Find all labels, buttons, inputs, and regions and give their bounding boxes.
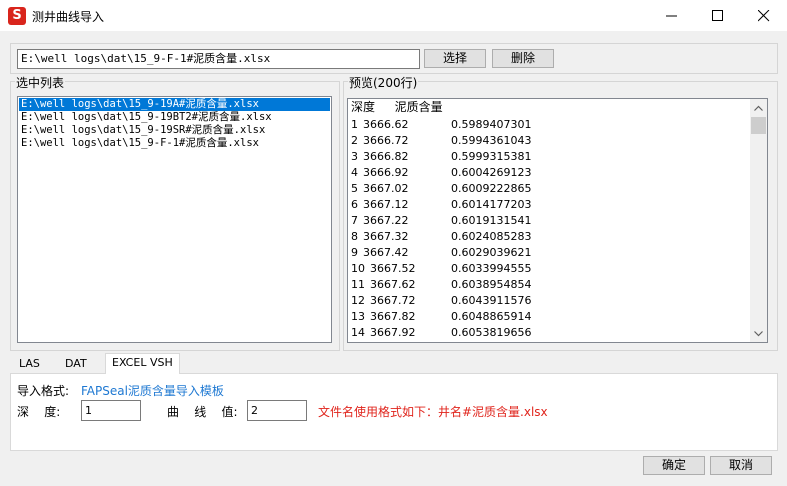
list-item[interactable]: E:\well logs\dat\15_9-F-1#泥质含量.xlsx [19, 137, 330, 150]
close-button[interactable] [741, 0, 787, 31]
preview-row-value: 0.6004269123 [451, 166, 532, 179]
selected-file-list[interactable]: E:\well logs\dat\15_9-19A#泥质含量.xlsx E:\w… [17, 96, 332, 343]
preview-row-depth: 3667.02 [363, 182, 409, 195]
preview-row-value: 0.6053819656 [451, 326, 532, 339]
preview-row-value: 0.6033994555 [451, 262, 532, 275]
scroll-thumb[interactable] [751, 117, 766, 134]
preview-scrollbar[interactable] [750, 99, 767, 342]
preview-row: 1 3666.62 0.5989407301 [351, 117, 531, 133]
preview-row-index: 2 [351, 134, 358, 147]
list-item[interactable]: E:\well logs\dat\15_9-19BT2#泥质含量.xlsx [19, 111, 330, 124]
preview-row: 11 3667.62 0.6038954854 [351, 277, 531, 293]
preview-row-depth: 3667.22 [363, 214, 409, 227]
preview-row-index: 8 [351, 230, 358, 243]
preview-row-value: 0.5999315381 [451, 150, 532, 163]
preview-row-depth: 3666.62 [363, 118, 409, 131]
preview-row-depth: 3667.42 [363, 246, 409, 259]
title-bar: S 测井曲线导入 [0, 0, 787, 31]
preview-label: 预览(200行) [348, 74, 419, 91]
window-title: 测井曲线导入 [32, 10, 105, 24]
app-logo-icon: S [8, 7, 26, 25]
preview-row: 9 3667.42 0.6029039621 [351, 245, 531, 261]
preview-row-index: 12 [351, 294, 365, 307]
select-button[interactable]: 选择 [424, 49, 486, 68]
list-item[interactable]: E:\well logs\dat\15_9-19A#泥质含量.xlsx [19, 98, 330, 111]
preview-row-depth: 3667.52 [370, 262, 416, 275]
preview-row-index: 7 [351, 214, 358, 227]
scroll-up-icon[interactable] [754, 104, 763, 113]
file-path-input[interactable]: E:\well logs\dat\15_9-F-1#泥质含量.xlsx [17, 49, 420, 69]
preview-header-depth: 深度 [351, 100, 376, 114]
tab-excel-vsh[interactable]: EXCEL VSH [105, 353, 180, 374]
preview-row-index: 14 [351, 326, 365, 339]
preview-row: 2 3666.72 0.5994361043 [351, 133, 531, 149]
preview-row-depth: 3667.92 [370, 326, 416, 339]
ok-button[interactable]: 确定 [643, 456, 705, 475]
excel-vsh-panel: 导入格式: FAPSeal泥质含量导入模板 深 度: 1 曲 线 值: 2 文件… [10, 373, 778, 451]
preview-row-depth: 3667.72 [370, 294, 416, 307]
preview-row-value: 0.5989407301 [451, 118, 532, 131]
preview-row-value: 0.6043911576 [451, 294, 532, 307]
preview-row-value: 0.6038954854 [451, 278, 532, 291]
scroll-down-icon[interactable] [754, 329, 763, 338]
filename-format-note: 文件名使用格式如下：井名#泥质含量.xlsx [318, 405, 548, 419]
cancel-button[interactable]: 取消 [710, 456, 772, 475]
preview-table[interactable]: 深度 泥质含量 1 3666.62 0.5989407301 2 3666.72 0.59… [347, 98, 768, 343]
preview-row-value: 0.6029039621 [451, 246, 532, 259]
selected-list-label: 选中列表 [15, 74, 66, 91]
curve-column-input[interactable]: 2 [247, 400, 307, 421]
tab-dat[interactable]: DAT [59, 355, 93, 374]
preview-row: 5 3667.02 0.6009222865 [351, 181, 531, 197]
template-link[interactable]: FAPSeal泥质含量导入模板 [81, 382, 224, 399]
preview-row-index: 10 [351, 262, 365, 275]
preview-row-index: 6 [351, 198, 358, 211]
maximize-icon [712, 10, 723, 21]
preview-row-depth: 3666.82 [363, 150, 409, 163]
close-icon [758, 10, 770, 22]
preview-row-depth: 3667.32 [363, 230, 409, 243]
preview-header-vsh: 泥质含量 [394, 100, 443, 114]
minimize-button[interactable] [649, 0, 695, 31]
preview-row: 4 3666.92 0.6004269123 [351, 165, 531, 181]
minimize-icon [666, 15, 677, 17]
preview-row-value: 0.6024085283 [451, 230, 532, 243]
preview-row: 6 3667.12 0.6014177203 [351, 197, 531, 213]
preview-row-depth: 3667.62 [370, 278, 416, 291]
preview-row: 12 3667.72 0.6043911576 [351, 293, 531, 309]
delete-button[interactable]: 删除 [492, 49, 554, 68]
preview-row-index: 4 [351, 166, 358, 179]
preview-header-row: 深度 泥质含量 [351, 99, 443, 115]
preview-row-index: 13 [351, 310, 365, 323]
preview-row-index: 1 [351, 118, 358, 131]
preview-row: 13 3667.82 0.6048865914 [351, 309, 531, 325]
depth-label: 深 度: [17, 405, 61, 419]
tab-las[interactable]: LAS [13, 355, 46, 374]
preview-row-value: 0.6048865914 [451, 310, 532, 323]
preview-row: 7 3667.22 0.6019131541 [351, 213, 531, 229]
preview-row: 10 3667.52 0.6033994555 [351, 261, 531, 277]
import-format-label: 导入格式: [17, 384, 70, 398]
preview-row-depth: 3667.12 [363, 198, 409, 211]
depth-column-input[interactable]: 1 [81, 400, 141, 421]
preview-row-depth: 3666.72 [363, 134, 409, 147]
preview-row-value: 0.6019131541 [451, 214, 532, 227]
maximize-button[interactable] [695, 0, 741, 31]
preview-row-depth: 3667.82 [370, 310, 416, 323]
preview-row-index: 5 [351, 182, 358, 195]
preview-row-index: 11 [351, 278, 365, 291]
preview-row-depth: 3666.92 [363, 166, 409, 179]
list-item[interactable]: E:\well logs\dat\15_9-19SR#泥质含量.xlsx [19, 124, 330, 137]
preview-row: 8 3667.32 0.6024085283 [351, 229, 531, 245]
preview-row-value: 0.6009222865 [451, 182, 532, 195]
preview-row: 3 3666.82 0.5999315381 [351, 149, 531, 165]
preview-row-value: 0.5994361043 [451, 134, 532, 147]
preview-row-index: 3 [351, 150, 358, 163]
preview-row-value: 0.6014177203 [451, 198, 532, 211]
curve-value-label: 曲 线 值: [167, 405, 238, 419]
preview-row-index: 9 [351, 246, 358, 259]
preview-row: 14 3667.92 0.6053819656 [351, 325, 531, 341]
